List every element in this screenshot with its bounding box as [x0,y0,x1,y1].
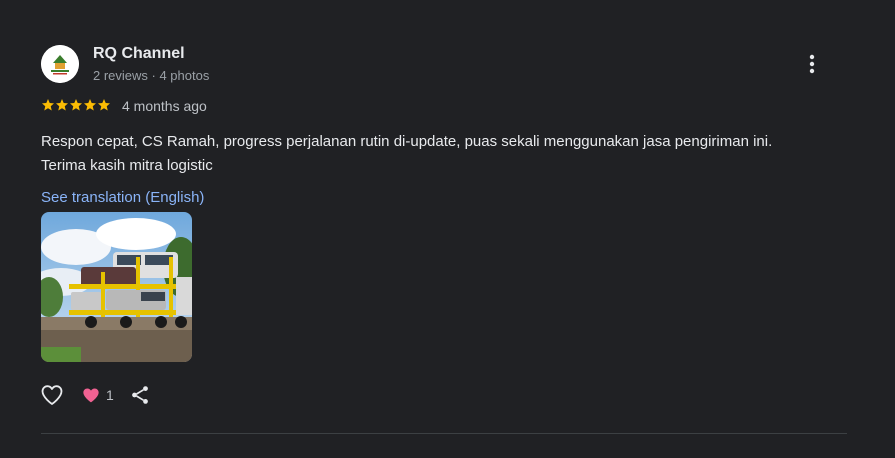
review-text: Respon cepat, CS Ramah, progress perjala… [41,133,773,174]
reviewer-meta[interactable]: 2 reviews · 4 photos [93,68,209,83]
more-options-button[interactable] [800,50,824,78]
review-actions: 1 [39,382,152,408]
heart-filled-icon [83,388,99,403]
review-card: RQ Channel 2 reviews · 4 photos 4 months… [0,0,895,458]
see-translation-link[interactable]: See translation (English) [41,189,204,206]
share-icon [131,386,148,404]
like-button[interactable] [39,382,65,408]
star-icon [55,99,69,111]
more-vert-icon [809,54,815,74]
share-button[interactable] [128,383,152,407]
review-photo[interactable] [41,212,192,362]
review-date: 4 months ago [122,98,207,114]
car-carrier-truck-photo [41,212,192,362]
star-icon [83,99,97,111]
avatar[interactable] [41,45,79,83]
channel-logo [41,45,79,83]
reviewer-name[interactable]: RQ Channel [93,45,185,63]
heart-outline-icon [41,385,63,405]
star-icon [97,99,111,111]
star-rating [41,98,111,112]
divider [41,433,847,434]
reaction-summary[interactable]: 1 [82,387,114,403]
star-icon [69,99,83,111]
reaction-count: 1 [106,387,114,403]
star-icon [41,99,55,111]
